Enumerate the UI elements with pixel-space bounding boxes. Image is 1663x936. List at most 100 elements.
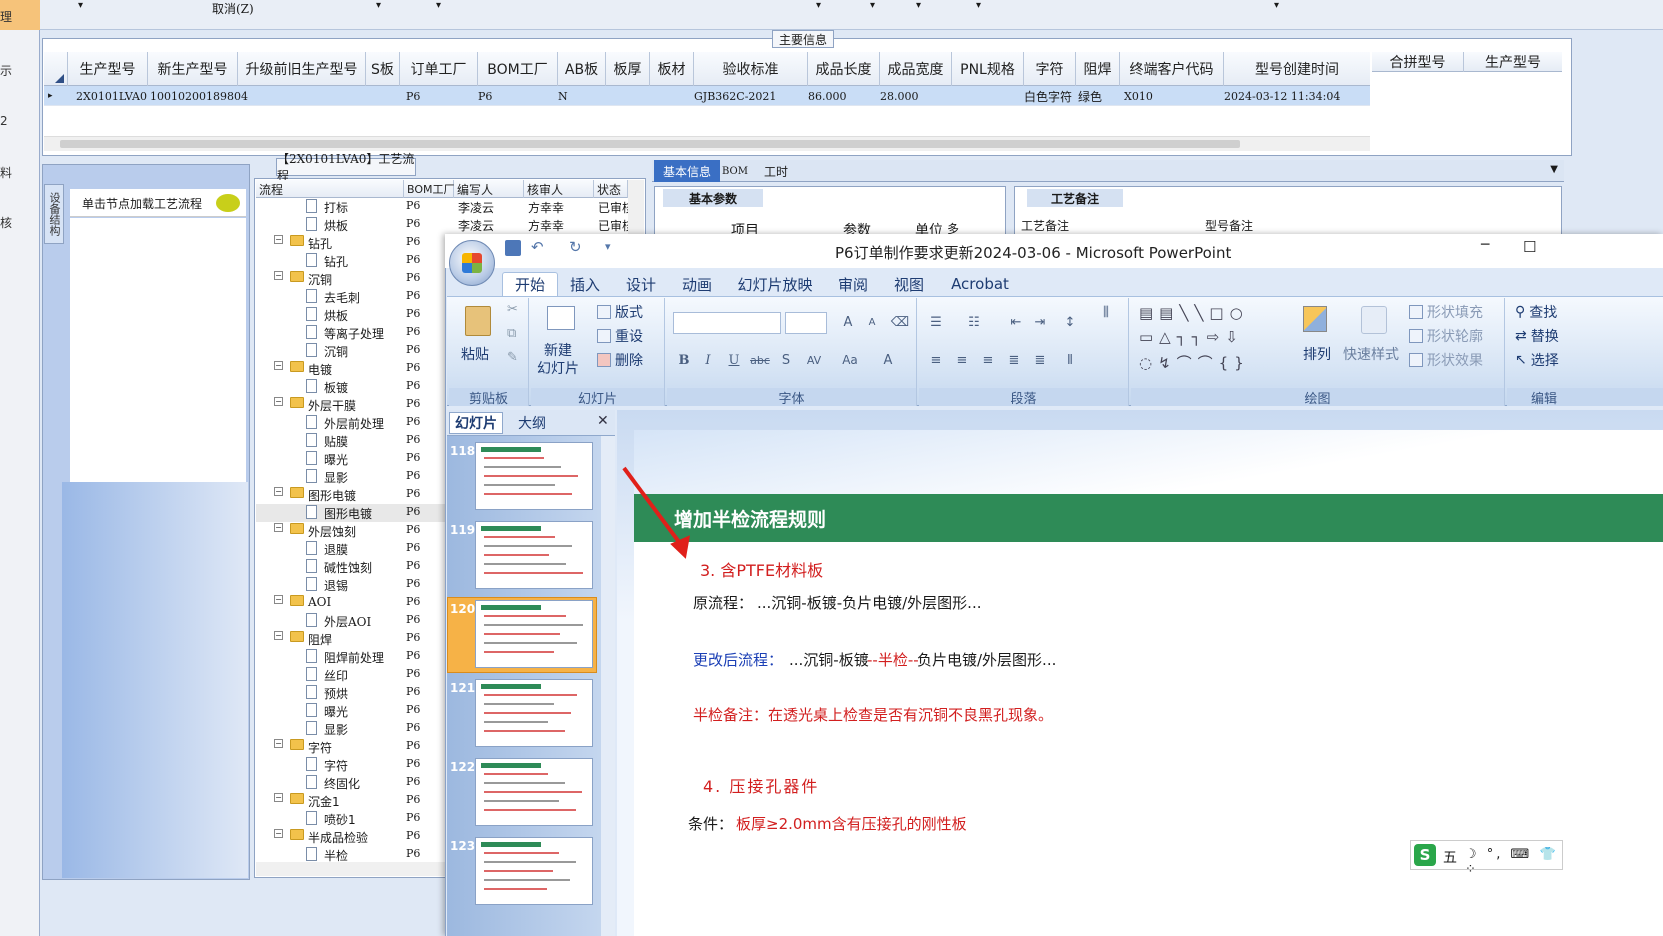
- table-row[interactable]: ▸ 2X0101LVA0 10010200189804 P6 P6 N GJB3…: [44, 86, 1370, 106]
- tab-home[interactable]: 开始: [502, 272, 558, 296]
- col-header[interactable]: 成品宽度: [880, 52, 952, 86]
- collapse-icon[interactable]: −: [274, 397, 283, 406]
- font-size-combo[interactable]: [785, 312, 827, 334]
- numbering-icon[interactable]: ☷: [963, 312, 985, 332]
- line-spacing-icon[interactable]: ↕: [1059, 312, 1081, 332]
- nav-item[interactable]: 料: [0, 164, 40, 181]
- justify-icon[interactable]: ≣: [1003, 350, 1025, 370]
- quick-styles-icon[interactable]: [1361, 306, 1387, 334]
- distribute-icon[interactable]: ≣: [1029, 350, 1051, 370]
- col-header[interactable]: 新生产型号: [148, 52, 238, 86]
- undo-icon[interactable]: ↶: [531, 238, 544, 256]
- dropdown-arrow-icon[interactable]: ▾: [376, 0, 381, 11]
- dropdown-arrow-icon[interactable]: ▾: [870, 0, 875, 11]
- tree-row[interactable]: 打标 P6 李凌云 方幸幸 已审核: [256, 198, 644, 216]
- tab-outline[interactable]: 大纲: [507, 412, 557, 434]
- slide-thumbnail[interactable]: [475, 679, 593, 747]
- arrange-button[interactable]: 排列: [1303, 344, 1331, 364]
- slide-thumbnail[interactable]: [475, 442, 593, 510]
- collapse-icon[interactable]: −: [274, 235, 283, 244]
- tab-slideshow[interactable]: 幻灯片放映: [734, 272, 816, 296]
- clear-format-icon[interactable]: ⌫: [889, 312, 911, 332]
- collapse-icon[interactable]: −: [274, 793, 283, 802]
- shapes-gallery-row2[interactable]: ▭△┐┐⇨⇩: [1139, 328, 1244, 346]
- minimize-icon[interactable]: ─: [1481, 237, 1489, 253]
- customize-qat-icon[interactable]: ▾: [605, 240, 611, 253]
- shape-fill-button[interactable]: 形状填充: [1409, 302, 1483, 322]
- col-header[interactable]: 升级前旧生产型号: [238, 52, 366, 86]
- collapse-icon[interactable]: −: [274, 739, 283, 748]
- collapse-icon[interactable]: −: [274, 271, 283, 280]
- main-grid-scrollbar[interactable]: [44, 136, 1370, 151]
- cut-icon[interactable]: ✂: [507, 302, 518, 317]
- nav-item[interactable]: 2: [0, 114, 40, 128]
- col-header[interactable]: PNL规格: [952, 52, 1024, 86]
- col-header[interactable]: 生产型号: [68, 52, 148, 86]
- bullets-icon[interactable]: ☰: [925, 312, 947, 332]
- shapes-gallery[interactable]: ▤▤╲╲□○: [1139, 304, 1249, 322]
- slide-thumbnail[interactable]: [475, 521, 593, 589]
- col-header[interactable]: 核审人: [524, 180, 594, 198]
- slide-title[interactable]: 增加半检流程规则: [634, 494, 1663, 542]
- col-header[interactable]: 流程: [256, 180, 404, 198]
- slide-thumbnail[interactable]: [475, 758, 593, 826]
- grow-font-icon[interactable]: A: [837, 312, 859, 332]
- columns-icon[interactable]: ⫴: [1059, 350, 1081, 370]
- font-color-icon[interactable]: A: [877, 350, 899, 370]
- col-header[interactable]: 编写人: [454, 180, 524, 198]
- ime-mode[interactable]: 五: [1443, 847, 1457, 867]
- increase-indent-icon[interactable]: ⇥: [1029, 312, 1051, 332]
- select-button[interactable]: ↖ 选择: [1515, 350, 1559, 370]
- col-header[interactable]: 板材: [650, 52, 694, 86]
- collapse-icon[interactable]: −: [274, 487, 283, 496]
- col-header[interactable]: 验收标准: [694, 52, 808, 86]
- dropdown-arrow-icon[interactable]: ▾: [916, 0, 921, 11]
- shadow-icon[interactable]: S: [775, 350, 797, 370]
- nav-item[interactable]: 核: [0, 214, 40, 231]
- delete-button[interactable]: 删除: [597, 350, 643, 370]
- dropdown-arrow-icon[interactable]: ▾: [816, 0, 821, 11]
- cancel-button[interactable]: 取消(Z): [212, 0, 254, 17]
- col-header[interactable]: AB板: [558, 52, 606, 86]
- col-header[interactable]: 状态: [594, 180, 628, 198]
- tab-insert[interactable]: 插入: [562, 272, 608, 296]
- paste-button[interactable]: 粘贴: [461, 344, 489, 364]
- col-header[interactable]: BOM工厂: [404, 180, 455, 198]
- layout-button[interactable]: 版式: [597, 302, 643, 322]
- dropdown-arrow-icon[interactable]: ▾: [436, 0, 441, 11]
- shape-outline-button[interactable]: 形状轮廓: [1409, 326, 1483, 346]
- col-header[interactable]: 字符: [1024, 52, 1076, 86]
- reset-button[interactable]: 重设: [597, 326, 643, 346]
- format-painter-icon[interactable]: ✎: [507, 350, 518, 365]
- tab-bom[interactable]: BOM: [720, 160, 750, 182]
- ime-icons[interactable]: ☽ °, ⌨ 👕 ⁘: [1465, 847, 1562, 877]
- align-center-icon[interactable]: ≡: [951, 350, 973, 370]
- shape-effects-button[interactable]: 形状效果: [1409, 350, 1483, 370]
- copy-icon[interactable]: ⧉: [507, 326, 516, 341]
- col-header[interactable]: S板: [366, 52, 400, 86]
- shapes-gallery-row3[interactable]: ◌↯⌒⌒{}: [1139, 352, 1250, 373]
- replace-button[interactable]: ⇄ 替换: [1515, 326, 1559, 346]
- col-header[interactable]: 生产型号: [1464, 52, 1562, 72]
- underline-icon[interactable]: U: [723, 350, 745, 370]
- slide-thumbnail[interactable]: [475, 837, 593, 905]
- nav-item[interactable]: 理: [0, 0, 40, 30]
- dropdown-arrow-icon[interactable]: ▾: [1274, 0, 1279, 11]
- paste-icon[interactable]: [465, 306, 491, 336]
- dropdown-arrow-icon[interactable]: ▾: [976, 0, 981, 11]
- col-header[interactable]: 阻焊: [1076, 52, 1120, 86]
- col-header[interactable]: 型号创建时间: [1224, 52, 1370, 86]
- decrease-indent-icon[interactable]: ⇤: [1005, 312, 1027, 332]
- chevron-down-icon[interactable]: ▼: [1550, 164, 1558, 175]
- find-button[interactable]: ⚲ 查找: [1515, 302, 1557, 322]
- device-tree-area[interactable]: [70, 218, 246, 482]
- device-structure-tab[interactable]: 设备结构: [44, 184, 64, 244]
- text-direction-icon[interactable]: ⫼: [1095, 302, 1117, 322]
- ime-toolbar[interactable]: S 五 ☽ °, ⌨ 👕 ⁘: [1410, 840, 1563, 877]
- tab-slides[interactable]: 幻灯片: [449, 412, 503, 434]
- grid-corner[interactable]: [44, 52, 68, 86]
- col-header[interactable]: 订单工厂: [400, 52, 478, 86]
- shrink-font-icon[interactable]: A: [861, 312, 883, 332]
- save-icon[interactable]: [505, 240, 521, 256]
- char-spacing-icon[interactable]: AV: [803, 350, 825, 370]
